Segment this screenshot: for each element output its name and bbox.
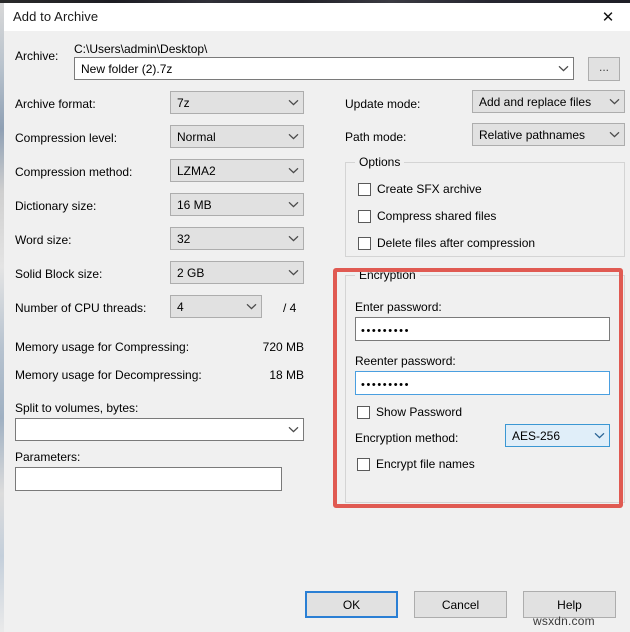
cpu-threads-combobox[interactable]: 4 <box>170 295 262 318</box>
cpu-threads-total: / 4 <box>283 301 297 315</box>
chevron-down-icon <box>283 235 303 242</box>
parameters-input[interactable] <box>15 467 282 491</box>
solid-block-size-label: Solid Block size: <box>15 267 103 281</box>
create-sfx-archive-checkbox[interactable]: Create SFX archive <box>358 182 482 196</box>
reenter-password-label: Reenter password: <box>355 354 456 368</box>
checkbox-icon <box>358 182 371 196</box>
reenter-password-input[interactable]: ••••••••• <box>355 371 610 395</box>
title-bar: Add to Archive ✕ <box>4 3 630 31</box>
word-size-label: Word size: <box>15 233 72 247</box>
window-title: Add to Archive <box>13 9 99 24</box>
chevron-down-icon <box>283 269 303 276</box>
memory-compress-value: 720 MB <box>262 340 304 354</box>
memory-decompress-value: 18 MB <box>269 368 304 382</box>
ok-button[interactable]: OK <box>305 591 398 618</box>
compression-method-combobox[interactable]: LZMA2 <box>170 159 304 182</box>
show-password-checkbox[interactable]: Show Password <box>357 405 462 419</box>
encryption-method-combobox[interactable]: AES-256 <box>505 424 610 447</box>
delete-files-after-compression-label: Delete files after compression <box>377 236 536 250</box>
archive-format-combobox[interactable]: 7z <box>170 91 304 114</box>
cpu-threads-value: 4 <box>177 299 184 314</box>
archive-format-label: Archive format: <box>15 97 96 111</box>
encryption-method-label: Encryption method: <box>355 431 459 445</box>
create-sfx-archive-label: Create SFX archive <box>377 182 482 196</box>
memory-compress-label: Memory usage for Compressing: <box>15 340 190 354</box>
dialog-client-area: Archive: C:\Users\admin\Desktop\ New fol… <box>4 31 630 632</box>
chevron-down-icon <box>589 432 609 439</box>
chevron-down-icon <box>283 133 303 140</box>
cancel-button[interactable]: Cancel <box>414 591 507 618</box>
archive-name-value: New folder (2).7z <box>81 61 173 76</box>
update-mode-label: Update mode: <box>345 97 421 111</box>
compression-level-combobox[interactable]: Normal <box>170 125 304 148</box>
chevron-down-icon <box>553 65 573 72</box>
checkbox-icon <box>357 457 370 471</box>
split-volumes-label: Split to volumes, bytes: <box>15 401 139 415</box>
archive-label: Archive: <box>15 49 59 63</box>
options-group-title: Options <box>355 155 405 169</box>
watermark: wsxdn.com <box>533 614 595 628</box>
chevron-down-icon <box>604 98 624 105</box>
add-to-archive-dialog: Add to Archive ✕ Archive: C:\Users\admin… <box>0 0 630 632</box>
chevron-down-icon <box>283 201 303 208</box>
delete-files-after-compression-checkbox[interactable]: Delete files after compression <box>358 236 535 250</box>
update-mode-combobox[interactable]: Add and replace files <box>472 90 625 113</box>
show-password-label: Show Password <box>376 405 463 419</box>
enter-password-label: Enter password: <box>355 300 442 314</box>
enter-password-value: ••••••••• <box>361 324 411 337</box>
close-icon[interactable]: ✕ <box>586 3 630 31</box>
reenter-password-value: ••••••••• <box>361 378 411 391</box>
chevron-down-icon <box>283 426 303 433</box>
encryption-method-value: AES-256 <box>512 428 561 443</box>
cpu-threads-label: Number of CPU threads: <box>15 301 147 315</box>
checkbox-icon <box>358 209 371 223</box>
memory-decompress-label: Memory usage for Decompressing: <box>15 368 202 382</box>
encrypt-file-names-label: Encrypt file names <box>376 457 475 471</box>
word-size-combobox[interactable]: 32 <box>170 227 304 250</box>
update-mode-value: Add and replace files <box>479 94 592 109</box>
compression-method-label: Compression method: <box>15 165 133 179</box>
chevron-down-icon <box>604 131 624 138</box>
dictionary-size-label: Dictionary size: <box>15 199 97 213</box>
checkbox-icon <box>358 236 371 250</box>
enter-password-input[interactable]: ••••••••• <box>355 317 610 341</box>
compress-shared-files-checkbox[interactable]: Compress shared files <box>358 209 496 223</box>
dictionary-size-combobox[interactable]: 16 MB <box>170 193 304 216</box>
browse-button[interactable]: ... <box>588 57 620 81</box>
compression-method-value: LZMA2 <box>177 163 216 178</box>
chevron-down-icon <box>241 303 261 310</box>
dictionary-size-value: 16 MB <box>177 197 212 212</box>
encryption-group-title: Encryption <box>355 268 420 282</box>
path-mode-label: Path mode: <box>345 130 407 144</box>
path-mode-combobox[interactable]: Relative pathnames <box>472 123 625 146</box>
compress-shared-files-label: Compress shared files <box>377 209 497 223</box>
archive-path-text: C:\Users\admin\Desktop\ <box>74 42 208 56</box>
archive-name-combobox[interactable]: New folder (2).7z <box>74 57 574 80</box>
solid-block-size-combobox[interactable]: 2 GB <box>170 261 304 284</box>
chevron-down-icon <box>283 167 303 174</box>
compression-level-value: Normal <box>177 129 216 144</box>
checkbox-icon <box>357 405 370 419</box>
chevron-down-icon <box>283 99 303 106</box>
solid-block-size-value: 2 GB <box>177 265 205 280</box>
compression-level-label: Compression level: <box>15 131 118 145</box>
split-volumes-combobox[interactable] <box>15 418 304 441</box>
parameters-label: Parameters: <box>15 450 81 464</box>
encrypt-file-names-checkbox[interactable]: Encrypt file names <box>357 457 475 471</box>
word-size-value: 32 <box>177 231 191 246</box>
path-mode-value: Relative pathnames <box>479 127 586 142</box>
archive-format-value: 7z <box>177 95 190 110</box>
